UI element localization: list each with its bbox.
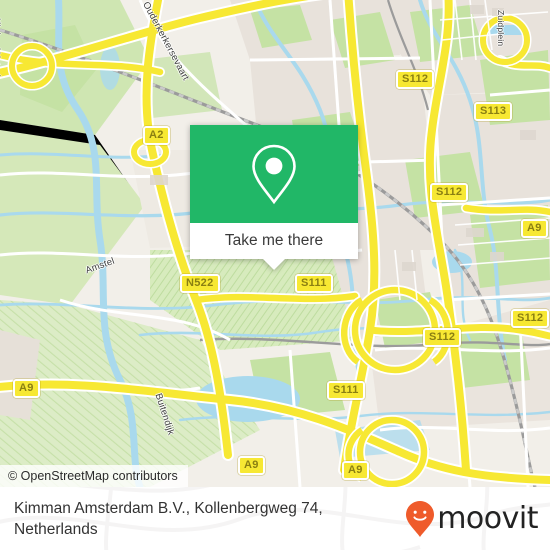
moovit-brand[interactable]: moovit <box>405 500 538 538</box>
road-shield[interactable]: N522 <box>180 274 220 293</box>
moovit-wordmark: moovit <box>437 500 538 536</box>
map-pin-icon <box>252 144 296 205</box>
road-shield[interactable]: S111 <box>327 381 365 400</box>
card-pointer-tail <box>263 259 285 270</box>
road-shield[interactable]: S112 <box>511 309 550 328</box>
road-shield[interactable]: A9 <box>238 456 265 475</box>
street-label: Kleine Wetering <box>0 18 2 88</box>
road-shield[interactable]: S112 <box>396 70 435 89</box>
card-header <box>190 125 358 223</box>
page-footer: Kimman Amsterdam B.V., Kollenbergweg 74,… <box>0 487 550 550</box>
road-shield[interactable]: A9 <box>342 461 369 480</box>
road-shield[interactable]: A2 <box>143 126 170 145</box>
location-info-card[interactable]: Take me there <box>190 125 358 270</box>
take-me-there-label: Take me there <box>224 232 324 249</box>
location-title: Kimman Amsterdam B.V., Kollenbergweg 74,… <box>14 499 323 538</box>
take-me-there-button[interactable]: Take me there <box>190 223 358 270</box>
attribution-text: © OpenStreetMap contributors <box>8 469 178 483</box>
road-shield[interactable]: A9 <box>13 379 40 398</box>
map-result-page: Kleine Wetering Ouderkerkersevaart Amste… <box>0 0 550 550</box>
road-shield[interactable]: S112 <box>430 183 469 202</box>
road-shield[interactable]: S113 <box>474 102 513 121</box>
road-shield[interactable]: S112 <box>423 328 462 347</box>
road-shield[interactable]: A9 <box>521 219 548 238</box>
map-attribution[interactable]: © OpenStreetMap contributors <box>0 465 188 487</box>
street-label: Zuidplein <box>496 10 506 47</box>
moovit-smiley-pin-icon <box>406 500 435 537</box>
road-shield[interactable]: S111 <box>295 274 333 293</box>
